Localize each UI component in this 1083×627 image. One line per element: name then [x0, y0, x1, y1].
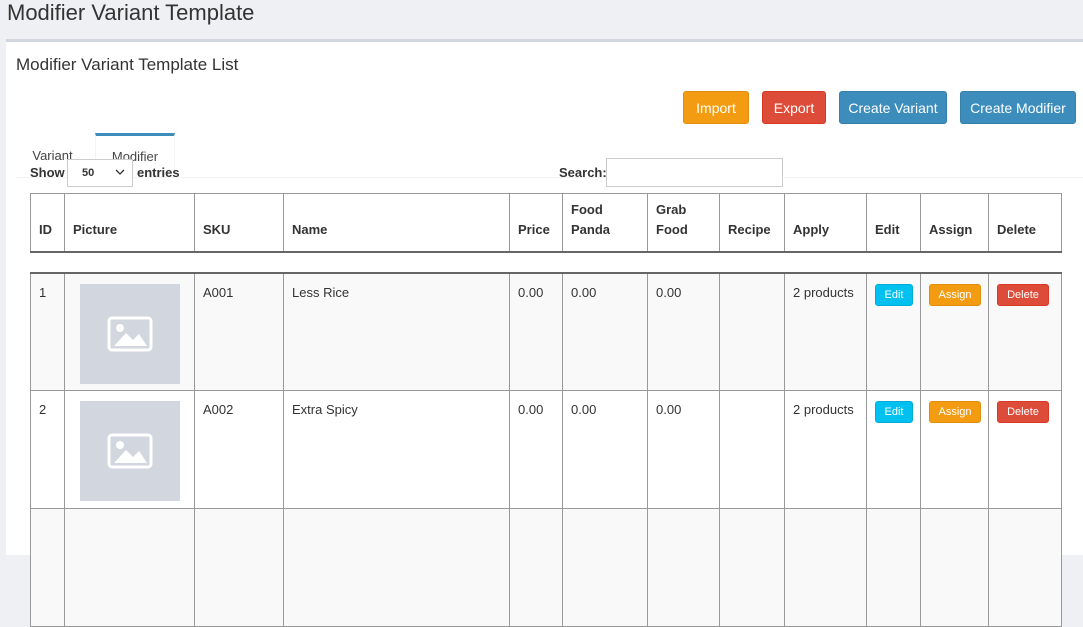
cell-grab-food: 0.00 [647, 390, 720, 509]
cell-id: 2 [30, 390, 65, 509]
cell-apply: 2 products [784, 272, 867, 391]
cell-food-panda: 0.00 [562, 272, 648, 391]
cell-picture [64, 390, 195, 509]
edit-button[interactable]: Edit [875, 401, 913, 423]
col-assign[interactable]: Assign [920, 193, 989, 253]
delete-button[interactable]: Delete [997, 283, 1049, 306]
table-header-row: ID Picture SKU Name Price Food Panda Grab… [30, 193, 1062, 253]
cell-empty [64, 508, 195, 627]
cell-picture [64, 272, 195, 391]
cell-empty [562, 508, 648, 627]
cell-assign: Assign [920, 390, 989, 509]
col-apply[interactable]: Apply [784, 193, 867, 253]
search-input[interactable] [606, 158, 783, 187]
cell-price: 0.00 [509, 390, 563, 509]
col-picture[interactable]: Picture [64, 193, 195, 253]
col-name[interactable]: Name [283, 193, 510, 253]
assign-button[interactable]: Assign [929, 401, 981, 423]
cell-id: 1 [30, 272, 65, 391]
chevron-down-icon [115, 169, 125, 175]
spacer-cell [30, 251, 1062, 274]
search-label: Search: [559, 165, 607, 180]
col-grab-food-line1: Grab [656, 201, 687, 217]
modifier-table: ID Picture SKU Name Price Food Panda Grab… [30, 193, 1062, 627]
picture-placeholder [80, 283, 180, 384]
table-row: 1 A001 Less Rice 0.00 0.00 0.00 2 produc… [30, 272, 1062, 391]
col-food-panda-line2: Panda [571, 221, 611, 237]
page-length-value: 50 [82, 167, 95, 179]
cell-name: Less Rice [283, 272, 510, 391]
cell-recipe [719, 272, 785, 391]
cell-assign: Assign [920, 272, 989, 391]
col-food-panda-line1: Food [571, 201, 603, 217]
table-row [30, 508, 1062, 627]
cell-empty [719, 508, 785, 627]
cell-empty [988, 508, 1062, 627]
import-button[interactable]: Import [683, 91, 749, 124]
cell-sku: A002 [194, 390, 284, 509]
table-spacer-row [30, 251, 1062, 274]
image-icon [107, 316, 153, 351]
cell-empty [30, 508, 65, 627]
col-food-panda[interactable]: Food Panda [562, 193, 648, 253]
col-id[interactable]: ID [30, 193, 65, 253]
card-title: Modifier Variant Template List [16, 55, 239, 74]
table-row: 2 A002 Extra Spicy 0.00 0.00 0.00 2 prod… [30, 390, 1062, 509]
create-modifier-button[interactable]: Create Modifier [960, 91, 1076, 124]
col-recipe[interactable]: Recipe [719, 193, 785, 253]
edit-button[interactable]: Edit [875, 283, 913, 306]
cell-empty [920, 508, 989, 627]
col-grab-food-line2: Food [656, 221, 688, 237]
col-delete[interactable]: Delete [988, 193, 1062, 253]
image-icon [107, 433, 153, 469]
delete-button[interactable]: Delete [997, 401, 1049, 423]
cell-empty [647, 508, 720, 627]
cell-delete: Delete [988, 390, 1062, 509]
create-variant-button[interactable]: Create Variant [839, 91, 947, 124]
assign-button[interactable]: Assign [929, 283, 981, 306]
col-grab-food[interactable]: Grab Food [647, 193, 720, 253]
cell-empty [283, 508, 510, 627]
cell-empty [509, 508, 563, 627]
cell-edit: Edit [866, 390, 921, 509]
picture-placeholder [80, 401, 180, 501]
page-title: Modifier Variant Template [7, 0, 255, 25]
cell-grab-food: 0.00 [647, 272, 720, 391]
col-edit[interactable]: Edit [866, 193, 921, 253]
entries-label: entries [137, 165, 180, 180]
cell-recipe [719, 390, 785, 509]
col-price[interactable]: Price [509, 193, 563, 253]
cell-price: 0.00 [509, 272, 563, 391]
cell-edit: Edit [866, 272, 921, 391]
cell-apply: 2 products [784, 390, 867, 509]
cell-food-panda: 0.00 [562, 390, 648, 509]
cell-delete: Delete [988, 272, 1062, 391]
cell-name: Extra Spicy [283, 390, 510, 509]
export-button[interactable]: Export [762, 91, 826, 124]
cell-empty [194, 508, 284, 627]
cell-empty [866, 508, 921, 627]
cell-sku: A001 [194, 272, 284, 391]
show-label: Show [30, 165, 65, 180]
cell-empty [784, 508, 867, 627]
page-length-select[interactable]: 50 [67, 159, 133, 187]
col-sku[interactable]: SKU [194, 193, 284, 253]
